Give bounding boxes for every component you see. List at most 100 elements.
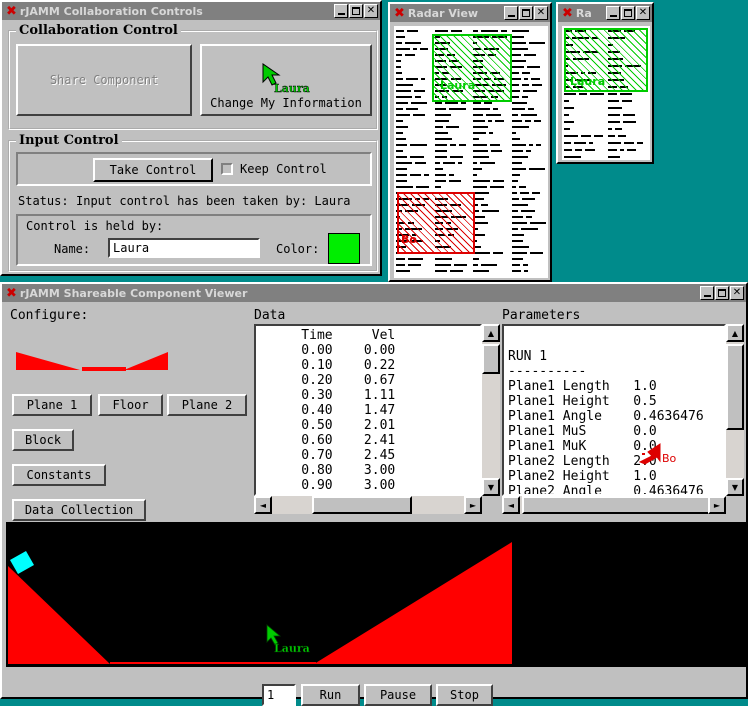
- scroll-up-icon[interactable]: ▲: [726, 324, 744, 342]
- control-holder-panel: Control is held by: Name: Laura Color:: [16, 214, 372, 266]
- minimize-icon[interactable]: [334, 4, 348, 18]
- collab-client-area: Collaboration Control Share Component Ch…: [4, 22, 378, 272]
- minimize-icon[interactable]: [504, 6, 518, 20]
- collaboration-control-group: Collaboration Control Share Component Ch…: [8, 23, 378, 130]
- keep-control-label: Keep Control: [240, 162, 327, 176]
- plane-2-button[interactable]: Plane 2: [167, 394, 247, 416]
- input-control-group: Input Control Take Control Keep Control …: [8, 133, 378, 272]
- viewer-titlebar[interactable]: ✖ rJAMM Shareable Component Viewer ✕: [2, 284, 746, 302]
- shareable-component-viewer-window[interactable]: ✖ rJAMM Shareable Component Viewer ✕ Con…: [0, 282, 748, 706]
- radar1-window-buttons: ✕: [504, 6, 548, 20]
- radar-view-window-1[interactable]: ✖ Radar View ✕ Laura Bo: [388, 2, 552, 282]
- data-hscroll-thumb[interactable]: [312, 496, 412, 514]
- data-vertical-scrollbar[interactable]: ▲ ▼: [482, 324, 500, 496]
- plane-2-ramp: [314, 542, 512, 664]
- app-icon: ✖: [562, 5, 573, 21]
- name-label: Name:: [54, 242, 91, 256]
- scroll-down-icon[interactable]: ▼: [482, 478, 500, 496]
- plane-1-button[interactable]: Plane 1: [12, 394, 92, 416]
- change-my-information-button[interactable]: Change My Information: [200, 44, 372, 116]
- collab-window-title: rJAMM Collaboration Controls: [19, 4, 203, 18]
- close-icon[interactable]: ✕: [730, 286, 744, 300]
- radar1-highlight-laura[interactable]: Laura: [432, 34, 512, 102]
- collaboration-control-title: Collaboration Control: [16, 23, 181, 38]
- configure-preview-icon: [16, 352, 168, 371]
- data-vscroll-thumb[interactable]: [482, 344, 500, 374]
- control-held-by-label: Control is held by:: [26, 219, 164, 233]
- radar2-highlight-label-laura: Laura: [570, 75, 606, 88]
- simulation-canvas[interactable]: Laura: [6, 522, 746, 667]
- app-icon: ✖: [6, 3, 17, 19]
- stop-button[interactable]: Stop: [436, 684, 493, 706]
- floor-surface: [110, 662, 316, 664]
- maximize-icon[interactable]: [621, 6, 635, 20]
- parameters-text: RUN 1 ---------- Plane1 Length 1.0 Plane…: [508, 349, 704, 496]
- scroll-down-icon[interactable]: ▼: [726, 478, 744, 496]
- name-field[interactable]: Laura: [108, 238, 260, 258]
- minimize-icon[interactable]: [700, 286, 714, 300]
- viewer-window-title: rJAMM Shareable Component Viewer: [19, 286, 248, 300]
- scroll-right-icon[interactable]: ►: [464, 496, 482, 514]
- close-icon[interactable]: ✕: [364, 4, 378, 18]
- parameters-horizontal-scrollbar[interactable]: ◄ ►: [502, 496, 726, 514]
- minimize-icon[interactable]: [606, 6, 620, 20]
- radar1-highlight-bo[interactable]: Bo: [397, 192, 475, 254]
- data-collection-button[interactable]: Data Collection: [12, 499, 146, 521]
- maximize-icon[interactable]: [715, 286, 729, 300]
- viewer-window-buttons: ✕: [700, 286, 744, 300]
- radar1-canvas[interactable]: Laura Bo: [394, 26, 548, 278]
- app-icon: ✖: [394, 5, 405, 21]
- data-horizontal-scrollbar[interactable]: ◄ ►: [254, 496, 482, 514]
- radar2-window-buttons: ✕: [606, 6, 650, 20]
- block-button[interactable]: Block: [12, 429, 74, 451]
- parameters-panel-label: Parameters: [502, 308, 581, 323]
- keep-control-checkbox[interactable]: [221, 163, 233, 175]
- parameters-vscroll-thumb[interactable]: [726, 344, 744, 430]
- radar2-canvas[interactable]: Laura: [562, 26, 650, 160]
- plane-1-ramp: [8, 566, 110, 664]
- radar-view-window-2[interactable]: ✖ Ra ✕ Laura: [556, 2, 654, 164]
- run-count-field[interactable]: 1: [262, 684, 296, 706]
- data-panel-label: Data: [254, 308, 286, 323]
- radar1-titlebar[interactable]: ✖ Radar View ✕: [390, 4, 550, 22]
- radar2-window-title: Ra: [575, 6, 592, 20]
- viewer-client-area: Configure: Plane 1 Floor Plane 2 Block C…: [4, 304, 746, 706]
- color-swatch[interactable]: [328, 233, 360, 264]
- radar1-window-title: Radar View: [407, 6, 479, 20]
- data-listpane[interactable]: Time Vel 0.00 0.00 0.10 0.22 0.20 0.67 0…: [254, 324, 482, 496]
- scroll-right-icon[interactable]: ►: [708, 496, 726, 514]
- share-component-button[interactable]: Share Component: [16, 44, 192, 116]
- take-control-button[interactable]: Take Control: [93, 158, 213, 182]
- maximize-icon[interactable]: [349, 4, 363, 18]
- parameters-vertical-scrollbar[interactable]: ▲ ▼: [726, 324, 744, 496]
- sliding-block: [10, 551, 34, 574]
- app-icon: ✖: [6, 285, 17, 301]
- run-button[interactable]: Run: [301, 684, 360, 706]
- radar1-highlight-label-bo: Bo: [401, 233, 417, 246]
- radar2-highlight-laura[interactable]: Laura: [564, 28, 648, 92]
- radar2-titlebar[interactable]: ✖ Ra ✕: [558, 4, 652, 22]
- maximize-icon[interactable]: [519, 6, 533, 20]
- data-text: Time Vel 0.00 0.00 0.10 0.22 0.20 0.67 0…: [301, 328, 396, 493]
- constants-button[interactable]: Constants: [12, 464, 106, 486]
- parameters-hscroll-thumb[interactable]: [522, 496, 710, 514]
- collaboration-controls-window[interactable]: ✖ rJAMM Collaboration Controls ✕ Collabo…: [0, 0, 382, 276]
- radar1-highlight-label-laura: Laura: [440, 79, 476, 92]
- configure-label: Configure:: [10, 308, 89, 323]
- parameters-listpane[interactable]: RUN 1 ---------- Plane1 Length 1.0 Plane…: [502, 324, 726, 496]
- close-icon[interactable]: ✕: [636, 6, 650, 20]
- take-control-bar: Take Control Keep Control: [16, 152, 372, 186]
- pause-button[interactable]: Pause: [364, 684, 432, 706]
- floor-button[interactable]: Floor: [98, 394, 163, 416]
- status-label: Status:: [18, 194, 69, 208]
- simulation-scene: [8, 542, 512, 664]
- color-label: Color:: [276, 242, 320, 256]
- collab-window-buttons: ✕: [334, 4, 378, 18]
- scroll-left-icon[interactable]: ◄: [254, 496, 272, 514]
- scroll-up-icon[interactable]: ▲: [482, 324, 500, 342]
- status-value: Input control has been taken by: Laura: [76, 194, 351, 208]
- collab-titlebar[interactable]: ✖ rJAMM Collaboration Controls ✕: [2, 2, 380, 20]
- input-control-title: Input Control: [16, 133, 122, 148]
- scroll-left-icon[interactable]: ◄: [502, 496, 520, 514]
- close-icon[interactable]: ✕: [534, 6, 548, 20]
